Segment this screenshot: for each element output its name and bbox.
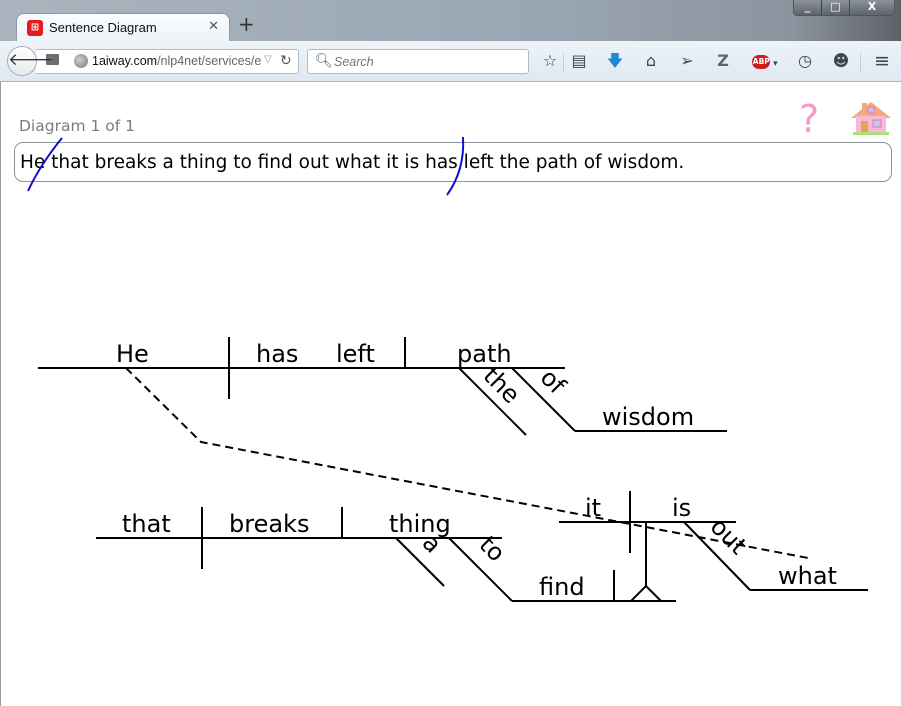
- word-left: left: [336, 340, 375, 368]
- word-it: it: [585, 494, 601, 522]
- pedestal-base: [630, 584, 662, 602]
- clause-split-mark: [446, 136, 465, 196]
- word-find: find: [539, 573, 585, 601]
- word-breaks: breaks: [229, 510, 309, 538]
- word-has: has: [256, 340, 298, 368]
- word-that: that: [122, 510, 171, 538]
- word-what: what: [778, 562, 837, 590]
- sentence-diagram: He has left path the of wisdom that brea…: [27, 136, 868, 602]
- word-he: He: [116, 340, 149, 368]
- clause-split-mark: [27, 137, 63, 192]
- word-to: to: [474, 530, 511, 567]
- word-wisdom: wisdom: [602, 403, 694, 431]
- word-out: out: [705, 512, 753, 560]
- word-is: is: [672, 494, 691, 522]
- word-path: path: [457, 340, 512, 368]
